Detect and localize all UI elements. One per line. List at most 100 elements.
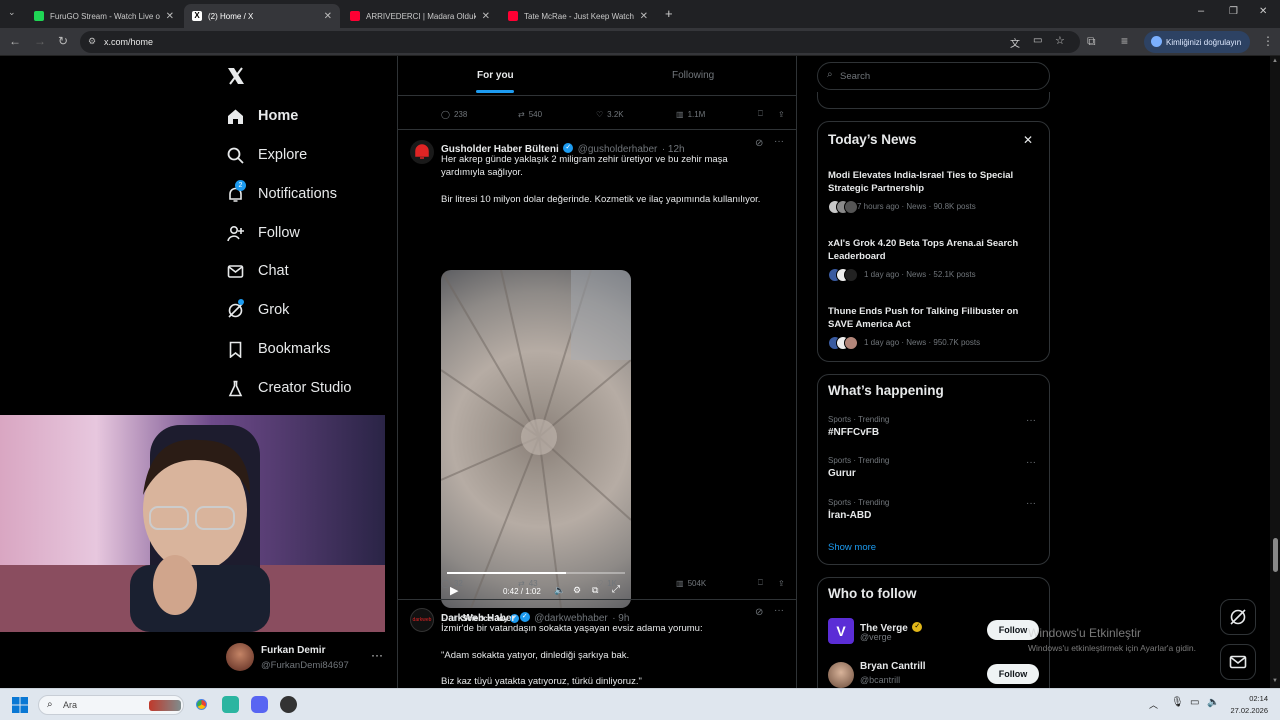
- tab-close-icon[interactable]: ✕: [166, 11, 174, 22]
- more-icon[interactable]: ···: [371, 648, 383, 662]
- reply-icon: ◯: [441, 578, 450, 588]
- extensions-icon[interactable]: ⧉: [1087, 34, 1096, 49]
- tab-furugo[interactable]: FuruGO Stream - Watch Live or ✕: [26, 4, 182, 28]
- scroll-down-arrow-icon[interactable]: ▼: [1272, 678, 1278, 684]
- user-name[interactable]: Bryan Cantrill: [860, 661, 926, 672]
- forward-arrow-icon[interactable]: →: [34, 34, 46, 48]
- scroll-up-arrow-icon[interactable]: ▲: [1272, 58, 1278, 64]
- identity-verify-button[interactable]: Kimliğinizi doğrulayın: [1144, 31, 1250, 53]
- translate-icon[interactable]: 文: [1010, 35, 1020, 50]
- new-tab-plus-icon[interactable]: +: [665, 6, 673, 21]
- trend-name[interactable]: İran-ABD: [828, 510, 871, 521]
- post[interactable]: Gusholder Haber Bülteni ✓ @gusholderhabe…: [398, 130, 796, 624]
- tab-arrivederci[interactable]: ARRIVEDERCI | Madara Olduk # ✕: [342, 4, 498, 28]
- post[interactable]: darkweb DarkWeb Haber ✓ @darkwebhaber · …: [398, 600, 796, 688]
- tab-close-icon[interactable]: ✕: [640, 11, 648, 22]
- browser-menu-icon[interactable]: ⋮: [1262, 34, 1274, 48]
- scrollbar-thumb[interactable]: [1273, 538, 1278, 572]
- clock[interactable]: 02:14 27.02.2026: [1222, 694, 1268, 715]
- reading-list-icon[interactable]: ≡: [1121, 34, 1128, 48]
- share-button[interactable]: ⇪: [778, 110, 785, 119]
- windows-start-icon[interactable]: [12, 697, 28, 713]
- views-button[interactable]: ▥ 504K: [676, 579, 758, 588]
- sidebar-item-grok[interactable]: Grok: [226, 295, 289, 325]
- search-icon: ⌕: [827, 69, 833, 80]
- volume-icon[interactable]: 🔈: [1207, 697, 1219, 708]
- network-icon[interactable]: ▭: [1190, 697, 1199, 708]
- site-info-icon[interactable]: ⚙: [88, 36, 96, 47]
- tab-for-you[interactable]: For you: [477, 70, 514, 81]
- more-icon[interactable]: ···: [1026, 498, 1036, 509]
- sidebar-item-bookmarks[interactable]: Bookmarks: [226, 334, 331, 364]
- user-handle: @bcantrill: [860, 675, 901, 685]
- news-item-title[interactable]: Thune Ends Push for Talking Filibuster o…: [828, 305, 1033, 331]
- maximize-icon[interactable]: ❐: [1229, 6, 1238, 17]
- close-window-icon[interactable]: ✕: [1259, 6, 1267, 17]
- taskbar-search[interactable]: ⌕ Ara: [38, 695, 184, 715]
- tab-close-icon[interactable]: ✕: [482, 11, 490, 22]
- bookmark-star-icon[interactable]: ☆: [1055, 34, 1065, 47]
- reply-button[interactable]: ◯ 238: [441, 110, 518, 119]
- avatar[interactable]: V: [828, 618, 854, 644]
- x-logo-icon[interactable]: [226, 66, 246, 86]
- video-player[interactable]: ▶ 0:42 / 1:02 🔈 ⚙ ⧉ ⤢: [441, 270, 631, 608]
- sidebar-item-creator-studio[interactable]: Creator Studio: [226, 373, 352, 403]
- avatar[interactable]: [410, 140, 434, 164]
- close-icon[interactable]: ✕: [1023, 133, 1033, 147]
- tab-list-chevron-icon[interactable]: ⌄: [8, 7, 16, 18]
- repost-button[interactable]: ⇄ 540: [518, 110, 596, 119]
- follow-button[interactable]: Follow: [987, 664, 1039, 684]
- more-icon[interactable]: ···: [1026, 457, 1036, 468]
- account-switcher[interactable]: Furkan Demir @FurkanDemi84697 ···: [226, 643, 386, 675]
- sidebar-item-home[interactable]: Home: [226, 101, 298, 131]
- messages-floating-button[interactable]: [1220, 644, 1256, 680]
- bookmark-button[interactable]: ⎕: [758, 109, 778, 119]
- sidebar-item-explore[interactable]: Explore: [226, 140, 307, 170]
- repost-button[interactable]: ⇄ 43: [518, 579, 596, 588]
- trend-name[interactable]: Gurur: [828, 468, 856, 479]
- trend-name[interactable]: #NFFCvFB: [828, 427, 879, 438]
- more-icon[interactable]: ···: [774, 136, 784, 147]
- discord-app-icon[interactable]: [251, 696, 268, 713]
- tab-following[interactable]: Following: [672, 70, 714, 81]
- share-button[interactable]: ⇪: [778, 579, 785, 588]
- minimize-icon[interactable]: –: [1198, 5, 1204, 17]
- address-bar[interactable]: ⚙ x.com/home 文 ▭ ☆: [80, 31, 1080, 53]
- tray-chevron-icon[interactable]: ︿: [1149, 698, 1158, 711]
- grok-explain-icon[interactable]: ⊘: [755, 607, 763, 618]
- sidebar-item-chat[interactable]: Chat: [226, 256, 289, 286]
- bookmark-button[interactable]: ⎕: [758, 578, 778, 588]
- reload-icon[interactable]: ↻: [58, 34, 68, 48]
- more-icon[interactable]: ···: [1026, 415, 1036, 426]
- back-arrow-icon[interactable]: ←: [9, 34, 21, 48]
- news-item-title[interactable]: xAI's Grok 4.20 Beta Tops Arena.ai Searc…: [828, 237, 1033, 263]
- sidebar-item-notifications[interactable]: 2 Notifications: [226, 179, 337, 209]
- sidebar-item-follow[interactable]: Follow: [226, 218, 300, 248]
- avatar[interactable]: [828, 662, 854, 688]
- news-item-title[interactable]: Modi Elevates India-Israel Ties to Speci…: [828, 169, 1033, 195]
- page-scrollbar[interactable]: ▲ ▼: [1270, 56, 1280, 688]
- app-icon[interactable]: [222, 696, 239, 713]
- reply-count: 32: [453, 578, 463, 588]
- app-icon[interactable]: [280, 696, 297, 713]
- search-box[interactable]: ⌕ Search: [817, 62, 1050, 90]
- tab-close-icon[interactable]: ✕: [324, 11, 332, 22]
- like-button[interactable]: ♡ 3.2K: [596, 110, 676, 119]
- tab-tate-mcrae[interactable]: Tate McRae - Just Keep Watchi ✕: [500, 4, 656, 28]
- grok-explain-icon[interactable]: ⊘: [755, 138, 763, 149]
- video-progress-track[interactable]: [447, 572, 625, 574]
- microphone-icon[interactable]: 🎙: [1171, 697, 1184, 708]
- webcam-overlay: [0, 415, 385, 632]
- chrome-app-icon[interactable]: [193, 696, 210, 713]
- more-icon[interactable]: ···: [774, 605, 784, 616]
- views-button[interactable]: ▥ 1.1M: [676, 110, 758, 119]
- like-button[interactable]: ♡ 1K: [596, 579, 676, 588]
- tab-home-x[interactable]: X (2) Home / X ✕: [184, 4, 340, 28]
- sidebar-item-label: Grok: [258, 302, 290, 318]
- show-more-link[interactable]: Show more: [828, 542, 876, 553]
- account-handle: @FurkanDemi84697: [261, 660, 349, 671]
- reply-button[interactable]: ◯ 32: [441, 579, 518, 588]
- grok-floating-button[interactable]: [1220, 599, 1256, 635]
- cast-icon[interactable]: ▭: [1033, 35, 1042, 46]
- avatar[interactable]: darkweb: [410, 608, 434, 632]
